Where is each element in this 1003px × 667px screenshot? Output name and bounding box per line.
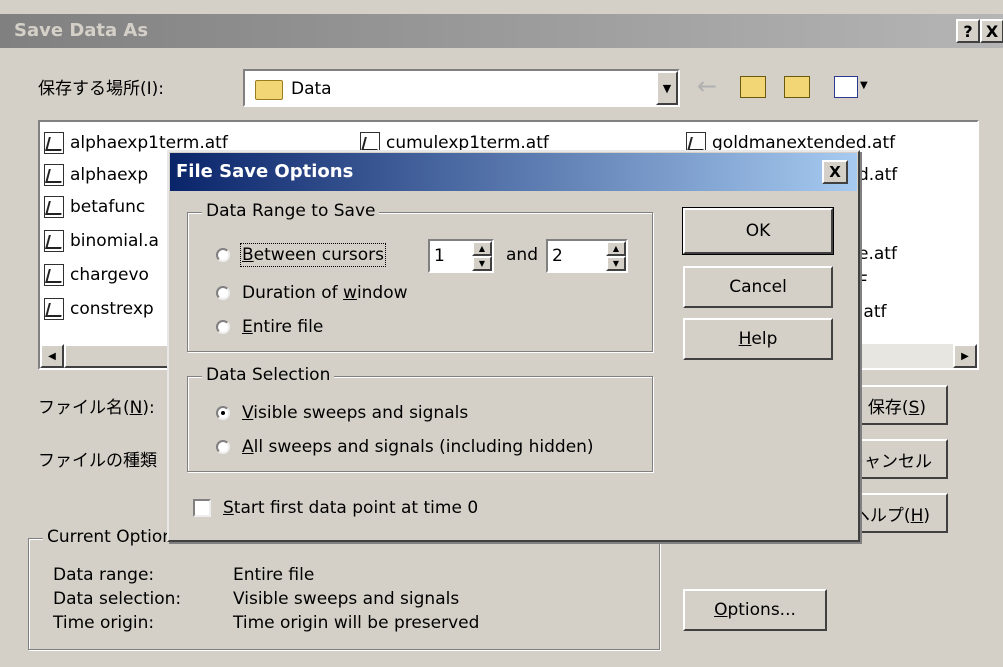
help-button[interactable]: Help: [683, 318, 833, 360]
location-value: Data: [291, 79, 332, 99]
option-label: Data range:: [53, 565, 155, 585]
back-icon[interactable]: ←: [697, 72, 717, 100]
scroll-right-button[interactable]: ▶: [953, 344, 977, 368]
file-icon: [44, 264, 64, 286]
file-icon: [44, 164, 64, 186]
location-label: 保存する場所(I):: [38, 79, 165, 99]
start-at-zero-checkbox[interactable]: Start first data point at time 0: [193, 496, 513, 522]
save-dialog-titlebar[interactable]: Save Data As ? X: [0, 14, 1003, 48]
list-item[interactable]: e.atf: [858, 244, 897, 264]
file-icon: [44, 196, 64, 218]
radio-button: [216, 320, 230, 334]
checkbox: [193, 499, 211, 517]
folder-icon: [255, 80, 283, 100]
up-folder-icon[interactable]: [740, 76, 766, 98]
chevron-down-icon: ▼: [662, 81, 672, 95]
arrow-down-icon: ▼: [478, 259, 486, 268]
arrow-up-icon: ▲: [478, 244, 486, 253]
arrow-left-icon: ◀: [48, 350, 56, 362]
list-item[interactable]: constrexp: [44, 298, 164, 322]
save-dialog-title: Save Data As: [14, 20, 149, 41]
list-item[interactable]: betafunc: [44, 196, 164, 220]
option-label: Time origin:: [53, 613, 155, 633]
options-close-button[interactable]: X: [822, 160, 848, 184]
radio-button: [216, 406, 230, 420]
options-button[interactable]: Options...: [683, 589, 827, 631]
current-options-group: Current Options Data range: Entire file …: [28, 527, 660, 650]
list-item[interactable]: .atf: [858, 302, 886, 322]
spin-down-button[interactable]: ▼: [606, 256, 626, 271]
data-range-legend: Data Range to Save: [202, 201, 380, 221]
data-range-group: Data Range to Save Between cursors 1 ▲ ▼…: [187, 201, 653, 352]
cursor-to-spinbox[interactable]: 2 ▲ ▼: [546, 239, 628, 273]
radio-button: [216, 248, 230, 262]
current-options-legend: Current Options: [43, 527, 186, 547]
spin-up-button[interactable]: ▲: [606, 241, 626, 256]
location-combobox[interactable]: Data ▼: [243, 69, 680, 107]
list-item[interactable]: binomial.a: [44, 230, 164, 254]
spin-up-button[interactable]: ▲: [472, 241, 492, 256]
arrow-down-icon: ▼: [612, 259, 620, 268]
location-dropdown-button[interactable]: ▼: [656, 71, 678, 105]
scroll-left-button[interactable]: ◀: [40, 344, 64, 368]
radio-button: [216, 440, 230, 454]
ok-button[interactable]: OK: [682, 207, 834, 255]
close-title-button[interactable]: X: [980, 19, 1003, 43]
close-icon: X: [829, 163, 841, 181]
filename-label: ファイル名(N):: [38, 398, 155, 418]
option-value: Visible sweeps and signals: [233, 589, 460, 609]
list-item[interactable]: d.atf: [858, 165, 897, 185]
file-save-options-dialog: File Save Options X Data Range to Save B…: [167, 150, 860, 542]
file-icon: [44, 132, 64, 154]
help-title-button[interactable]: ?: [956, 19, 980, 43]
entire-file-radio[interactable]: Entire file: [216, 315, 416, 341]
and-label: and: [506, 245, 538, 265]
arrow-up-icon: ▲: [612, 244, 620, 253]
cancel-button[interactable]: Cancel: [683, 266, 833, 308]
data-selection-legend: Data Selection: [202, 365, 335, 385]
new-folder-icon[interactable]: [784, 76, 810, 98]
options-dialog-titlebar[interactable]: File Save Options X: [170, 153, 857, 191]
view-menu-icon[interactable]: [834, 76, 858, 98]
data-selection-group: Data Selection Visible sweeps and signal…: [187, 365, 653, 472]
list-item[interactable]: chargevo: [44, 264, 164, 288]
close-icon: X: [985, 21, 999, 41]
cursor-from-spinbox[interactable]: 1 ▲ ▼: [428, 239, 494, 273]
option-value: Time origin will be preserved: [233, 613, 480, 633]
spin-down-button[interactable]: ▼: [472, 256, 492, 271]
view-menu-arrow-icon[interactable]: ▼: [860, 80, 868, 91]
arrow-right-icon: ▶: [961, 350, 969, 362]
options-dialog-title: File Save Options: [176, 161, 354, 182]
option-label: Data selection:: [53, 589, 182, 609]
filetype-label: ファイルの種類: [38, 451, 157, 471]
duration-of-window-radio[interactable]: Duration of window: [216, 281, 476, 307]
option-value: Entire file: [233, 565, 315, 585]
radio-button: [216, 286, 230, 300]
file-icon: [44, 298, 64, 320]
list-item[interactable]: alphaexp: [44, 164, 164, 188]
visible-sweeps-radio[interactable]: Visible sweeps and signals: [216, 401, 516, 427]
all-sweeps-radio[interactable]: All sweeps and signals (including hidden…: [216, 435, 646, 461]
between-cursors-radio[interactable]: Between cursors: [216, 243, 416, 269]
file-icon: [44, 230, 64, 252]
